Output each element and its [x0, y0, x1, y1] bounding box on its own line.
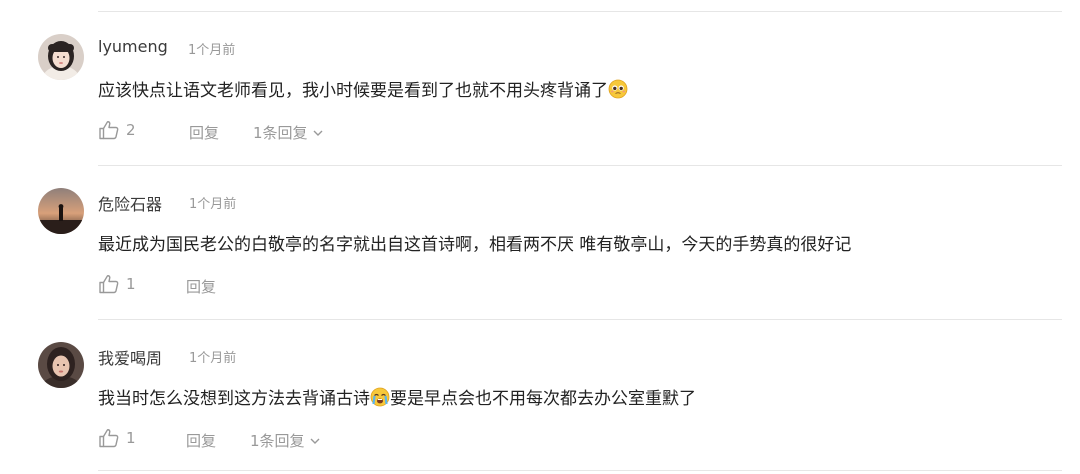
view-replies-button[interactable]: 1条回复 [253, 122, 324, 143]
comment-actions: 2 回复 1条回复 [98, 120, 498, 144]
reply-button[interactable]: 回复 [186, 430, 216, 451]
divider [98, 470, 1062, 471]
like-button[interactable]: 2 [98, 120, 136, 140]
username[interactable]: 危险石器 [98, 191, 162, 215]
comment-text-content: 应该快点让语文老师看见，我小时候要是看到了也就不用头疼背诵了 [98, 81, 608, 101]
like-button[interactable]: 1 [98, 428, 136, 448]
chevron-down-icon [310, 438, 320, 444]
chevron-down-icon [313, 130, 323, 136]
comment-actions: 1 回复 [98, 274, 498, 298]
comment-text-before: 我当时怎么没想到这方法去背诵古诗 [98, 389, 370, 409]
avatar-image [38, 342, 84, 388]
avatar-image [38, 34, 84, 80]
username[interactable]: lyumeng [98, 37, 168, 56]
replies-count-label: 1条回复 [250, 432, 305, 450]
comment-item: 我爱喝周 1个月前 我当时怎么没想到这方法去背诵古诗 要是早点会也不用每次都去办… [0, 320, 1080, 474]
comment-text-after: 要是早点会也不用每次都去办公室重默了 [390, 389, 696, 409]
crying-face-emoji [370, 387, 390, 407]
thumbs-up-icon [99, 121, 119, 140]
avatar-image [38, 188, 84, 234]
reply-button[interactable]: 回复 [186, 276, 216, 297]
like-button[interactable]: 1 [98, 274, 136, 294]
avatar[interactable] [38, 188, 84, 234]
thumbs-up-icon [99, 275, 119, 294]
comment-item: lyumeng 1个月前 应该快点让语文老师看见，我小时候要是看到了也就不用头疼… [0, 12, 1080, 166]
like-count: 1 [126, 275, 136, 293]
comment-actions: 1 回复 1条回复 [98, 428, 498, 452]
replies-count-label: 1条回复 [253, 124, 308, 142]
comment-text: 最近成为国民老公的白敬亭的名字就出自这首诗啊，相看两不厌 唯有敬亭山，今天的手势… [98, 235, 852, 255]
comment-item: 危险石器 1个月前 最近成为国民老公的白敬亭的名字就出自这首诗啊，相看两不厌 唯… [0, 166, 1080, 320]
avatar[interactable] [38, 342, 84, 388]
like-count: 2 [126, 121, 136, 139]
avatar[interactable] [38, 34, 84, 80]
username[interactable]: 我爱喝周 [98, 345, 162, 369]
comment-text: 我当时怎么没想到这方法去背诵古诗 要是早点会也不用每次都去办公室重默了 [98, 384, 696, 409]
timestamp: 1个月前 [189, 197, 237, 212]
reply-button[interactable]: 回复 [189, 122, 219, 143]
timestamp: 1个月前 [189, 351, 237, 366]
like-count: 1 [126, 429, 136, 447]
pleading-face-emoji [608, 79, 628, 99]
thumbs-up-icon [99, 429, 119, 448]
timestamp: 1个月前 [188, 43, 236, 58]
view-replies-button[interactable]: 1条回复 [250, 430, 321, 451]
comment-text: 应该快点让语文老师看见，我小时候要是看到了也就不用头疼背诵了 [98, 76, 628, 101]
